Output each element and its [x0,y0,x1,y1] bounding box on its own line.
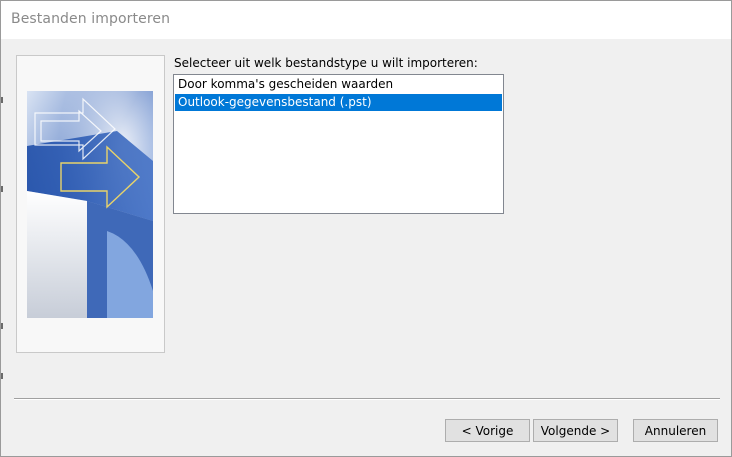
file-type-listbox[interactable]: Door komma's gescheiden waarden Outlook-… [173,74,504,214]
dialog-title: Bestanden importeren [11,11,171,27]
next-button[interactable]: Volgende > [533,419,618,442]
import-arrows-graphic [27,91,153,318]
back-button[interactable]: < Vorige [445,419,530,442]
list-item-pst[interactable]: Outlook-gegevensbestand (.pst) [175,94,502,111]
edge-mark [1,323,3,329]
edge-mark [1,373,3,379]
wizard-illustration-panel [16,55,165,353]
edge-mark [1,186,3,192]
import-wizard-illustration [27,91,153,318]
edge-mark [1,97,3,103]
cancel-button[interactable]: Annuleren [633,419,718,442]
file-type-prompt: Selecteer uit welk bestandstype u wilt i… [174,56,478,70]
import-dialog: Bestanden importeren Selecteer uit welk … [0,0,732,457]
title-bar[interactable]: Bestanden importeren [1,1,731,39]
button-separator [14,398,720,400]
list-item-csv[interactable]: Door komma's gescheiden waarden [175,76,502,93]
